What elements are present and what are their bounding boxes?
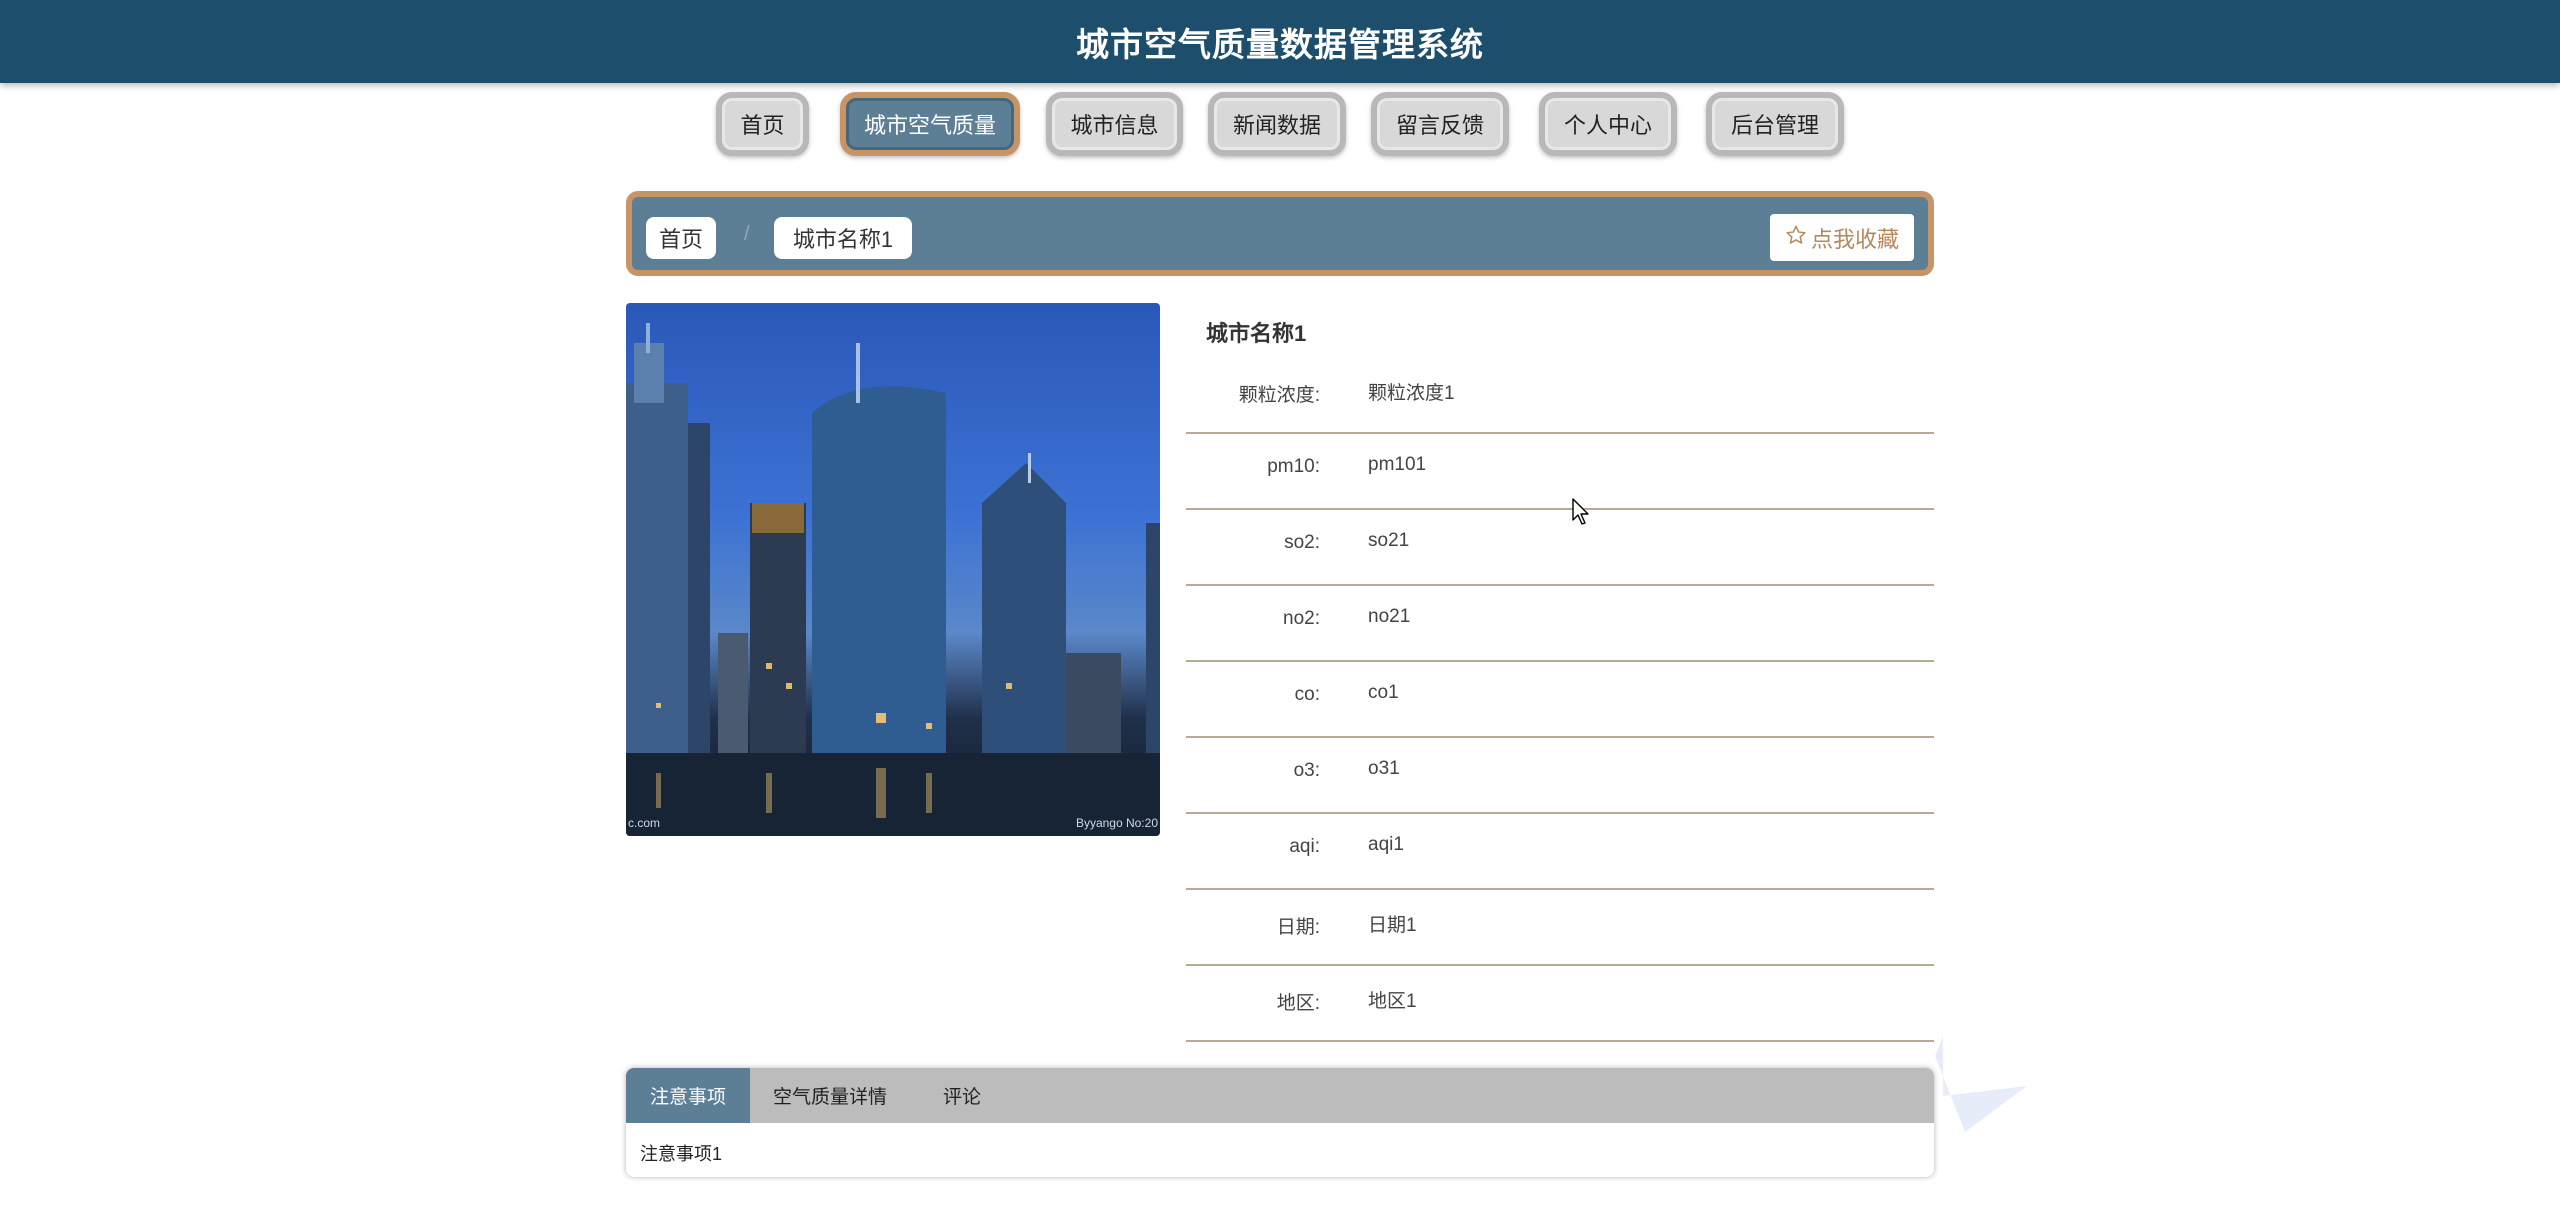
detail-label: 颗粒浓度: [1238, 385, 1320, 406]
detail-label: 地区: [1276, 993, 1320, 1014]
detail-value: no21 [1368, 606, 1411, 627]
photo-watermark-left: c.com [628, 816, 661, 830]
detail-value: o31 [1368, 758, 1400, 779]
nav-item-feedback[interactable]: 留言反馈 [1371, 92, 1509, 156]
detail-tabs: 注意事项 空气质量详情 评论 注意事项1 [626, 1068, 1934, 1177]
detail-row: 地区: 地区1 [1186, 966, 1934, 1042]
nav-item-home[interactable]: 首页 [716, 92, 809, 156]
nav-item-news[interactable]: 新闻数据 [1208, 92, 1346, 156]
detail-label: pm10: [1267, 456, 1320, 477]
main-nav: 首页 城市空气质量 城市信息 新闻数据 留言反馈 个人中心 后台管理 [0, 92, 2560, 158]
nav-item-city-air-quality[interactable]: 城市空气质量 [840, 92, 1020, 156]
detail-value: 颗粒浓度1 [1368, 383, 1455, 404]
tab-comments[interactable]: 评论 [910, 1068, 1014, 1123]
photo-watermark-right: Byyango No:20 [1075, 816, 1158, 830]
favorite-label: 点我收藏 [1810, 226, 1899, 252]
nav-item-city-info[interactable]: 城市信息 [1046, 92, 1183, 156]
detail-label: so2: [1284, 532, 1320, 553]
breadcrumb: 首页 / 城市名称1 点我收藏 [626, 191, 1934, 276]
city-photo: c.com Byyango No:20 [626, 303, 1160, 836]
detail-value: pm101 [1368, 454, 1427, 475]
tab-notes[interactable]: 注意事项 [626, 1068, 750, 1123]
detail-row: co: co1 [1186, 662, 1934, 738]
detail-row: 日期: 日期1 [1186, 890, 1934, 966]
detail-row: pm10: pm101 [1186, 434, 1934, 510]
detail-label: co: [1294, 684, 1320, 705]
breadcrumb-separator: / [744, 223, 750, 245]
favorite-button[interactable]: 点我收藏 [1770, 214, 1914, 261]
detail-value: 地区1 [1368, 991, 1417, 1012]
tabs-header: 注意事项 空气质量详情 评论 [626, 1068, 1934, 1123]
city-skyline-image [626, 323, 1160, 836]
detail-title: 城市名称1 [1206, 321, 1307, 346]
app-header: 城市空气质量数据管理系统 [0, 0, 2560, 83]
nav-item-profile[interactable]: 个人中心 [1539, 92, 1677, 156]
detail-value: 日期1 [1368, 915, 1417, 936]
detail-value: aqi1 [1368, 834, 1404, 855]
detail-label: 日期: [1276, 917, 1320, 938]
detail-row: o3: o31 [1186, 738, 1934, 814]
tab-content: 注意事项1 [640, 1144, 723, 1164]
detail-label: o3: [1293, 760, 1320, 781]
detail-row: so2: so21 [1186, 510, 1934, 586]
detail-row: 颗粒浓度: 颗粒浓度1 [1186, 358, 1934, 434]
breadcrumb-home[interactable]: 首页 [646, 217, 716, 259]
detail-row: aqi: aqi1 [1186, 814, 1934, 890]
detail-label: no2: [1283, 608, 1320, 629]
tab-air-quality-detail[interactable]: 空气质量详情 [750, 1068, 910, 1123]
detail-label: aqi: [1289, 836, 1320, 857]
app-title: 城市空气质量数据管理系统 [1076, 25, 1484, 63]
detail-value: so21 [1368, 530, 1410, 551]
detail-row: no2: no21 [1186, 586, 1934, 662]
star-outline-icon [1785, 224, 1807, 252]
nav-item-admin[interactable]: 后台管理 [1706, 92, 1844, 156]
breadcrumb-current: 城市名称1 [774, 217, 912, 259]
detail-value: co1 [1368, 682, 1399, 703]
decorative-chevron-icon [1935, 1036, 2027, 1132]
mouse-cursor-icon [1572, 498, 1589, 525]
